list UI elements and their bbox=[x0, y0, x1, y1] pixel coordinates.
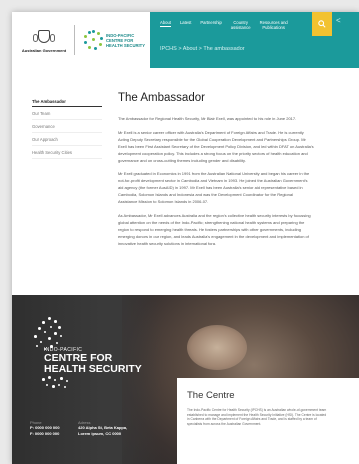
paragraph-line: not-for-profit development sector in Cam… bbox=[118, 178, 308, 184]
sidebar-item-3[interactable]: Our Approach bbox=[32, 134, 102, 146]
paragraph-line: The Ambassador for Regional Health Secur… bbox=[118, 116, 297, 121]
hero-photo-highlight bbox=[187, 325, 247, 370]
sidebar-item-4[interactable]: Health Security Cities bbox=[32, 147, 102, 159]
paragraph-line: Assistance Mission to Solomon Islands in… bbox=[118, 199, 209, 205]
centre-text-line: specialists from across the Australian G… bbox=[187, 421, 262, 426]
sidebar-nav: The Ambassador Our Team Governance Our Appr… bbox=[32, 96, 102, 160]
nav-item-label: About bbox=[160, 20, 171, 25]
footer-dots-icon-2 bbox=[42, 376, 72, 390]
nav-item-2[interactable]: Partnership bbox=[200, 20, 221, 25]
paragraph-line: governance and on cross-cutting themes i… bbox=[118, 157, 246, 163]
nav-item-0[interactable]: About bbox=[160, 20, 171, 27]
paragraph: Mr Exell is a senior career officer with… bbox=[118, 130, 359, 165]
paragraph-line: global attention on the needs of the Ind… bbox=[118, 219, 305, 225]
nav-items: About Latest Partnership Country assistance R… bbox=[160, 20, 288, 30]
nav-item-label: Publications bbox=[262, 25, 285, 30]
paragraph-line: Acting Deputy Secretary responsible for … bbox=[118, 136, 306, 142]
chs-dots-icon bbox=[83, 30, 103, 50]
search-button[interactable] bbox=[312, 12, 332, 36]
sidebar-item-1[interactable]: Our Team bbox=[32, 108, 102, 120]
paragraph-line: innovative health security solutions in … bbox=[118, 240, 217, 246]
sidebar-item-2[interactable]: Governance bbox=[32, 121, 102, 133]
nav-item-3[interactable]: Country assistance bbox=[231, 20, 251, 30]
main-nav: About Latest Partnership Country assistance R… bbox=[150, 12, 359, 68]
paragraph-line: Cambodia, Solomon Islands and Indonesia … bbox=[118, 192, 293, 198]
paragraph-line: development cooperation policy. This inc… bbox=[118, 150, 308, 156]
page-title: The Ambassador bbox=[118, 92, 205, 104]
centre-description: The Indo-Pacific Centre for Health Secur… bbox=[187, 408, 349, 426]
article-body: The Ambassador for Regional Health Secur… bbox=[118, 116, 359, 248]
footer-phone: Phone P: 0000 000 000 F: 0000 000 000 bbox=[30, 420, 60, 436]
crest-icon bbox=[33, 28, 55, 46]
paragraph-line: region to respond to emerging health thr… bbox=[118, 226, 301, 232]
paragraph: Mr Exell graduated in Economics in 1991 … bbox=[118, 171, 359, 206]
page: Australian Government INDO-PACIFIC CENTR… bbox=[12, 12, 359, 464]
paragraph: As Ambassador, Mr Exell advances Austral… bbox=[118, 213, 359, 248]
share-icon[interactable]: < bbox=[336, 16, 341, 25]
nav-item-4[interactable]: Resources and Publications bbox=[260, 20, 288, 30]
site-header: Australian Government INDO-PACIFIC CENTR… bbox=[12, 12, 359, 68]
footer-hero: INDO-PACIFIC CENTRE FOR HEALTH SECURITY … bbox=[12, 295, 359, 464]
logo-area: Australian Government INDO-PACIFIC CENTR… bbox=[12, 12, 150, 68]
gov-logo-text: Australian Government bbox=[21, 47, 67, 53]
footer-address: Adress 420 Alpha St, Beta Kappa, Lorem i… bbox=[78, 420, 127, 436]
sidebar-item-0[interactable]: The Ambassador bbox=[32, 96, 102, 107]
paragraph-line: emerging donors in our region, and leads… bbox=[118, 233, 309, 239]
footer-brand-line-3: HEALTH SECURITY bbox=[44, 362, 142, 375]
fax-number: F: 0000 000 000 bbox=[30, 430, 60, 436]
footer-logo[interactable]: INDO-PACIFIC CENTRE FOR HEALTH SECURITY bbox=[30, 317, 142, 390]
paragraph-line: As Ambassador, Mr Exell advances Austral… bbox=[118, 212, 311, 218]
nav-item-label: assistance bbox=[230, 25, 251, 30]
australian-government-logo[interactable]: Australian Government bbox=[22, 28, 66, 53]
centre-card: The Centre The Indo-Pacific Centre for H… bbox=[177, 378, 359, 464]
paragraph-line: aid agency (the former AusAID) in 1997. … bbox=[118, 185, 303, 191]
chs-logo-line-3: HEALTH SECURITY bbox=[106, 42, 146, 48]
chs-logo[interactable]: INDO-PACIFIC CENTRE FOR HEALTH SECURITY bbox=[83, 30, 145, 50]
footer-dots-icon bbox=[30, 317, 70, 353]
paragraph-line: Mr Exell graduated in Economics in 1991 … bbox=[118, 171, 310, 177]
paragraph: The Ambassador for Regional Health Secur… bbox=[118, 116, 359, 123]
centre-title: The Centre bbox=[187, 390, 235, 401]
paragraph-line: Mr Exell is a senior career officer with… bbox=[118, 129, 304, 135]
search-icon bbox=[318, 20, 326, 28]
nav-item-label: Partnership bbox=[200, 20, 222, 25]
main-content: The Ambassador The Ambassador for Region… bbox=[118, 92, 359, 255]
centre-text-line: The Indo-Pacific Centre for Health Secur… bbox=[187, 408, 327, 412]
chs-logo-text: INDO-PACIFIC CENTRE FOR HEALTH SECURITY bbox=[106, 33, 145, 48]
paragraph-line: Exell has been First Assistant Secretary… bbox=[118, 143, 314, 149]
nav-item-1[interactable]: Latest bbox=[180, 20, 191, 25]
breadcrumb: IPCHS > About > The ambassador bbox=[160, 46, 245, 52]
nav-item-label: Latest bbox=[179, 20, 192, 25]
logo-divider bbox=[74, 25, 75, 55]
address-line-2: Lorem ipsum, CC 0000 bbox=[78, 430, 122, 436]
footer-brand-line-2: CENTRE FOR bbox=[44, 352, 113, 364]
